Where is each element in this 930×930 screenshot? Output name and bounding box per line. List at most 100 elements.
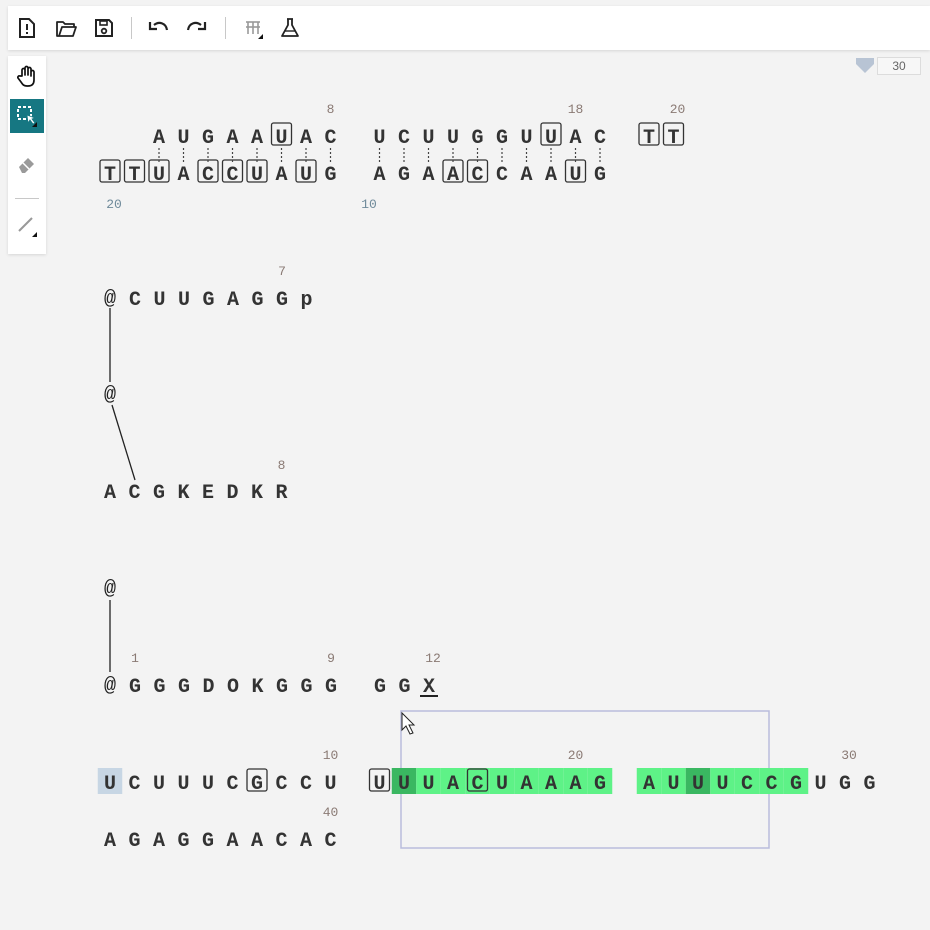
chain2-residue[interactable]: A	[104, 482, 116, 505]
duplex-bottom-residue[interactable]: G	[594, 164, 606, 187]
duplex-bottom-residue[interactable]: T	[128, 164, 140, 187]
rna-residue[interactable]: U	[814, 773, 826, 796]
duplex-top-residue[interactable]: G	[202, 127, 214, 150]
chain2-residue[interactable]: R	[275, 482, 287, 505]
duplex-bottom-residue[interactable]: C	[496, 164, 508, 187]
duplex-top-residue[interactable]: T	[643, 127, 655, 150]
chain3-residue[interactable]: G	[374, 676, 386, 699]
duplex-top-residue[interactable]: U	[275, 127, 287, 150]
rna-residue[interactable]: C	[765, 773, 777, 796]
rna-residue[interactable]: A	[153, 830, 165, 853]
duplex-top-residue[interactable]: G	[496, 127, 508, 150]
chain2-residue[interactable]: D	[226, 482, 238, 505]
duplex-top-residue[interactable]: T	[667, 127, 679, 150]
duplex-top-residue[interactable]: A	[251, 127, 263, 150]
duplex-bottom-residue[interactable]: A	[177, 164, 189, 187]
sequence-canvas[interactable]: A U G A A U A C U C U U G G U U A C T TT T U A C C U A U G A G A A C C A A U G…	[0, 0, 930, 930]
chain3-residue[interactable]: G	[325, 676, 337, 699]
duplex-bottom-residue[interactable]: U	[300, 164, 312, 187]
chain3-residue[interactable]: G	[398, 676, 410, 699]
chain1-residue[interactable]: C	[129, 289, 141, 312]
rna-residue[interactable]: U	[692, 773, 704, 796]
rna-residue[interactable]: U	[202, 773, 214, 796]
duplex-bottom-residue[interactable]: U	[569, 164, 581, 187]
rna-residue[interactable]: U	[398, 773, 410, 796]
duplex-bottom-residue[interactable]: A	[545, 164, 557, 187]
rna-residue[interactable]: U	[177, 773, 189, 796]
duplex-bottom-residue[interactable]: T	[104, 164, 116, 187]
chain1-residue[interactable]: G	[251, 289, 263, 312]
duplex-top-residue[interactable]: U	[177, 127, 189, 150]
chain3-residue[interactable]: K	[251, 676, 263, 699]
rna-residue[interactable]: G	[128, 830, 140, 853]
rna-residue[interactable]: U	[667, 773, 679, 796]
rna-residue[interactable]: A	[545, 773, 557, 796]
chain1-residue[interactable]: G	[202, 289, 214, 312]
rna-residue[interactable]: G	[790, 773, 802, 796]
rna-residue[interactable]: C	[741, 773, 753, 796]
rna-residue[interactable]: C	[471, 773, 483, 796]
duplex-top-residue[interactable]: C	[594, 127, 606, 150]
rna-residue[interactable]: A	[300, 830, 312, 853]
chain1-residue[interactable]: A	[227, 289, 239, 312]
rna-residue[interactable]: G	[177, 830, 189, 853]
duplex-top-residue[interactable]: A	[569, 127, 581, 150]
rna-residue[interactable]: A	[251, 830, 263, 853]
rna-residue[interactable]: G	[839, 773, 851, 796]
duplex-top-residue[interactable]: A	[153, 127, 165, 150]
duplex-bottom-residue[interactable]: G	[398, 164, 410, 187]
rna-residue[interactable]: G	[202, 830, 214, 853]
chain2-residue[interactable]: K	[251, 482, 263, 505]
duplex-bottom-residue[interactable]: U	[251, 164, 263, 187]
chain2-residue[interactable]: C	[128, 482, 140, 505]
duplex-bottom-residue[interactable]: A	[520, 164, 532, 187]
duplex-top-residue[interactable]: C	[398, 127, 410, 150]
rna-residue[interactable]: C	[300, 773, 312, 796]
chain3-residue[interactable]: G	[153, 676, 165, 699]
rna-residue[interactable]: U	[104, 773, 116, 796]
duplex-top-residue[interactable]: U	[545, 127, 557, 150]
rna-residue[interactable]: U	[716, 773, 728, 796]
rna-residue[interactable]: U	[373, 773, 385, 796]
duplex-top-residue[interactable]: C	[324, 127, 336, 150]
duplex-bottom-residue[interactable]: C	[471, 164, 483, 187]
duplex-bottom-residue[interactable]: G	[324, 164, 336, 187]
duplex-bottom-residue[interactable]: A	[275, 164, 287, 187]
rna-residue[interactable]: G	[594, 773, 606, 796]
duplex-bottom-residue[interactable]: A	[422, 164, 434, 187]
rna-residue[interactable]: C	[275, 830, 287, 853]
chain3-residue[interactable]: G	[276, 676, 288, 699]
rna-residue[interactable]: C	[226, 773, 238, 796]
chain1-residue[interactable]: G	[276, 289, 288, 312]
rna-residue[interactable]: G	[863, 773, 875, 796]
rna-residue[interactable]: C	[324, 830, 336, 853]
rna-residue[interactable]: A	[226, 830, 238, 853]
rna-residue[interactable]: A	[643, 773, 655, 796]
rna-residue[interactable]: A	[569, 773, 581, 796]
chain2-residue[interactable]: E	[202, 482, 214, 505]
chain3-residue[interactable]: G	[300, 676, 312, 699]
duplex-bottom-residue[interactable]: A	[447, 164, 459, 187]
duplex-top-residue[interactable]: U	[422, 127, 434, 150]
chain1-residue[interactable]: U	[178, 289, 190, 312]
duplex-top-residue[interactable]: U	[373, 127, 385, 150]
chain1-residue[interactable]: U	[153, 289, 165, 312]
rna-residue[interactable]: A	[520, 773, 532, 796]
rna-residue[interactable]: A	[447, 773, 459, 796]
rna-residue[interactable]: A	[104, 830, 116, 853]
rna-residue[interactable]: U	[153, 773, 165, 796]
chain3-residue[interactable]: O	[227, 676, 239, 699]
rna-residue[interactable]: U	[422, 773, 434, 796]
rna-residue[interactable]: U	[496, 773, 508, 796]
duplex-bottom-residue[interactable]: C	[226, 164, 238, 187]
chain3-residue[interactable]: D	[202, 676, 214, 699]
chain3-residue[interactable]: G	[129, 676, 141, 699]
rna-residue[interactable]: U	[324, 773, 336, 796]
duplex-top-residue[interactable]: U	[447, 127, 459, 150]
chain1-residue[interactable]: p	[300, 289, 312, 312]
duplex-bottom-residue[interactable]: A	[373, 164, 385, 187]
duplex-top-residue[interactable]: U	[520, 127, 532, 150]
duplex-top-residue[interactable]: A	[300, 127, 312, 150]
chain3-residue[interactable]: G	[178, 676, 190, 699]
duplex-top-residue[interactable]: A	[226, 127, 238, 150]
